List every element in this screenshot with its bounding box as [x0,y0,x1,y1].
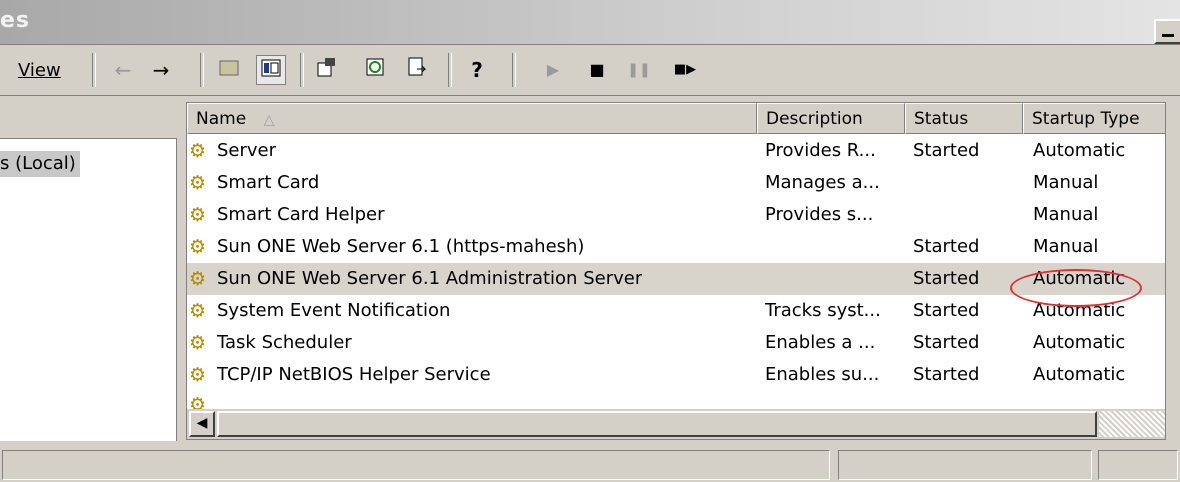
table-row[interactable]: ⚙ Task Scheduler Enables a ... Started Autom… [187,327,1165,359]
cell-name: Smart Card [217,172,320,193]
status-panel [2,450,830,480]
view-menu[interactable]: View [18,60,61,81]
services-list: Name △ Description Status Startup Type ⚙… [186,102,1166,440]
toolbar-separator [92,53,96,87]
cell-description: Tracks syst... [765,300,881,321]
up-folder-icon[interactable] [214,55,244,85]
service-gear-icon: ⚙ [189,332,207,354]
table-row[interactable]: ⚙ System Event Notification Tracks syst...… [187,295,1165,327]
refresh-icon[interactable] [360,55,390,85]
table-row[interactable]: ⚙ Smart Card Manages a... Manual [187,167,1165,199]
table-row[interactable]: ⚙ Server Provides R... Started Automatic [187,135,1165,167]
cell-status: Started [913,236,980,257]
toolbar-separator [200,53,204,87]
toolbar-separator [300,53,304,87]
scroll-left-button[interactable]: ◀ [189,411,215,437]
list-header: Name △ Description Status Startup Type [187,103,1165,135]
back-icon[interactable]: ← [108,55,138,85]
service-gear-icon: ⚙ [189,364,207,386]
start-service-icon[interactable]: ▶ [538,55,568,85]
column-header-label: Name [196,109,247,129]
cell-description: Manages a... [765,172,880,193]
cell-name: System Event Notification [217,300,451,321]
cell-description: Provides R... [765,140,876,161]
status-panel [838,450,1092,480]
cell-status: Started [913,332,980,353]
console-tree: s (Local) [0,138,177,441]
tree-item-services-local[interactable]: s (Local) [0,151,80,177]
service-gear-icon: ⚙ [189,172,207,194]
cell-status: Started [913,364,980,385]
scroll-thumb[interactable] [217,411,1097,437]
column-header-startup-type[interactable]: Startup Type [1023,103,1165,134]
column-header-description[interactable]: Description [757,103,905,134]
cell-description: Enables su... [765,364,880,385]
status-panel [1098,450,1178,480]
cell-startup: Manual [1033,172,1099,193]
show-console-tree-icon[interactable] [256,55,286,85]
column-header-status[interactable]: Status [905,103,1023,134]
cell-startup: Manual [1033,236,1099,257]
annotation-circle [1010,269,1142,307]
status-bar [0,446,1180,482]
pause-service-icon[interactable]: ❚❚ [624,55,654,85]
cell-name: TCP/IP NetBIOS Helper Service [217,364,491,385]
stop-service-icon[interactable]: ■ [582,55,612,85]
column-header-name[interactable]: Name △ [187,103,757,134]
cell-startup: Automatic [1033,140,1126,161]
service-gear-icon: ⚙ [189,236,207,258]
sort-ascending-icon: △ [263,112,275,128]
toolbar-separator [448,53,452,87]
cell-status: Started [913,268,980,289]
minimize-button[interactable] [1154,19,1180,44]
service-gear-icon: ⚙ [189,300,207,322]
cell-startup: Manual [1033,204,1099,225]
properties-icon[interactable] [312,55,342,85]
title-bar: es [0,0,1180,45]
restart-service-icon[interactable]: ■▶ [670,55,700,85]
table-row[interactable]: ⚙ Sun ONE Web Server 6.1 (https-mahesh) St… [187,231,1165,263]
export-list-icon[interactable] [402,55,432,85]
minimize-icon [1162,34,1174,37]
cell-name: Sun ONE Web Server 6.1 (https-mahesh) [217,236,585,257]
cell-startup: Automatic [1033,364,1126,385]
window-title: es [0,8,31,33]
service-gear-icon: ⚙ [189,204,207,226]
cell-status: Started [913,140,980,161]
cell-description: Provides s... [765,204,874,225]
cell-name: Smart Card Helper [217,204,385,225]
cell-name: Server [217,140,277,161]
scroll-track[interactable] [1099,411,1165,437]
cell-startup: Automatic [1033,332,1126,353]
help-icon[interactable]: ? [462,55,492,85]
cell-name: Sun ONE Web Server 6.1 Administration Se… [217,268,643,289]
cell-description: Enables a ... [765,332,876,353]
toolbar: View ← → ? ▶ ■ ❚❚ ■▶ [0,45,1180,96]
cell-status: Started [913,300,980,321]
scroll-left-icon: ◀ [196,415,208,431]
service-gear-icon: ⚙ [189,268,207,290]
table-row[interactable]: ⚙ Smart Card Helper Provides s... Manual [187,199,1165,231]
forward-icon[interactable]: → [146,55,176,85]
service-gear-icon: ⚙ [189,140,207,162]
horizontal-scrollbar[interactable]: ◀ [187,409,1165,439]
cell-name: Task Scheduler [217,332,352,353]
toolbar-separator [512,53,516,87]
table-row[interactable]: ⚙ TCP/IP NetBIOS Helper Service Enables su… [187,359,1165,391]
